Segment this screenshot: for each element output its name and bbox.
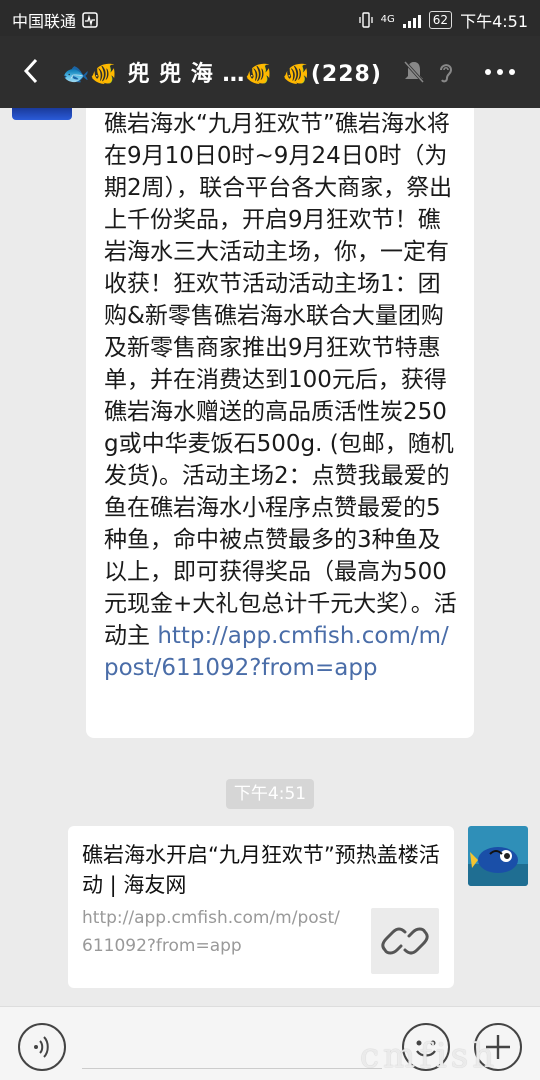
clock: 下午4:51 xyxy=(460,12,528,31)
voice-icon xyxy=(34,1036,49,1058)
status-bar: 中国联通 4G 62 下午4:51 xyxy=(0,0,540,36)
message-bubble[interactable]: 礁岩海水“九月狂欢节”礁岩海水将在9月10日0时~9月24日0时（为期2周），联… xyxy=(86,108,474,738)
chat-title[interactable]: 🐟🐠 兜 兜 海 …🐠 🐠(228) xyxy=(62,56,382,88)
battery-indicator: 62 xyxy=(428,11,453,29)
vibrate-icon xyxy=(359,12,373,28)
link-card-url: http://app.cmfish.com/m/post/611092?from… xyxy=(82,908,340,956)
chat-header: 🐟🐠 兜 兜 海 …🐠 🐠(228) xyxy=(0,36,540,108)
watermark: cmfish xyxy=(360,1036,499,1076)
voice-button[interactable] xyxy=(18,1023,66,1071)
link-card[interactable]: 礁岩海水开启“九月狂欢节”预热盖楼活动 | 海友网 http://app.cmf… xyxy=(68,826,454,988)
message-input[interactable] xyxy=(82,1021,382,1069)
link-icon xyxy=(381,927,429,955)
status-right: 4G 62 下午4:51 xyxy=(359,8,528,32)
activity-icon xyxy=(82,12,98,28)
time-divider: 下午4:51 xyxy=(226,779,314,809)
status-left: 中国联通 xyxy=(12,8,98,32)
message-text: 礁岩海水“九月狂欢节”礁岩海水将在9月10日0时~9月24日0时（为期2周），联… xyxy=(104,108,458,684)
mute-icon xyxy=(403,60,425,84)
signal-icon xyxy=(402,12,421,28)
my-avatar[interactable] xyxy=(468,826,528,886)
ear-icon xyxy=(440,64,453,83)
message-body: 礁岩海水“九月狂欢节”礁岩海水将在9月10日0时~9月24日0时（为期2周），联… xyxy=(104,111,457,649)
network-label: 4G xyxy=(380,14,395,25)
link-card-title: 礁岩海水开启“九月狂欢节”预热盖楼活动 | 海友网 xyxy=(82,843,440,897)
chevron-left-icon xyxy=(23,58,38,84)
more-icon xyxy=(485,69,515,75)
link-card-thumbnail xyxy=(371,908,439,974)
back-button[interactable] xyxy=(14,54,50,90)
fish-avatar-icon xyxy=(468,826,528,886)
sender-avatar[interactable] xyxy=(12,108,72,120)
more-button[interactable] xyxy=(480,58,520,86)
carrier-label: 中国联通 xyxy=(12,12,77,31)
